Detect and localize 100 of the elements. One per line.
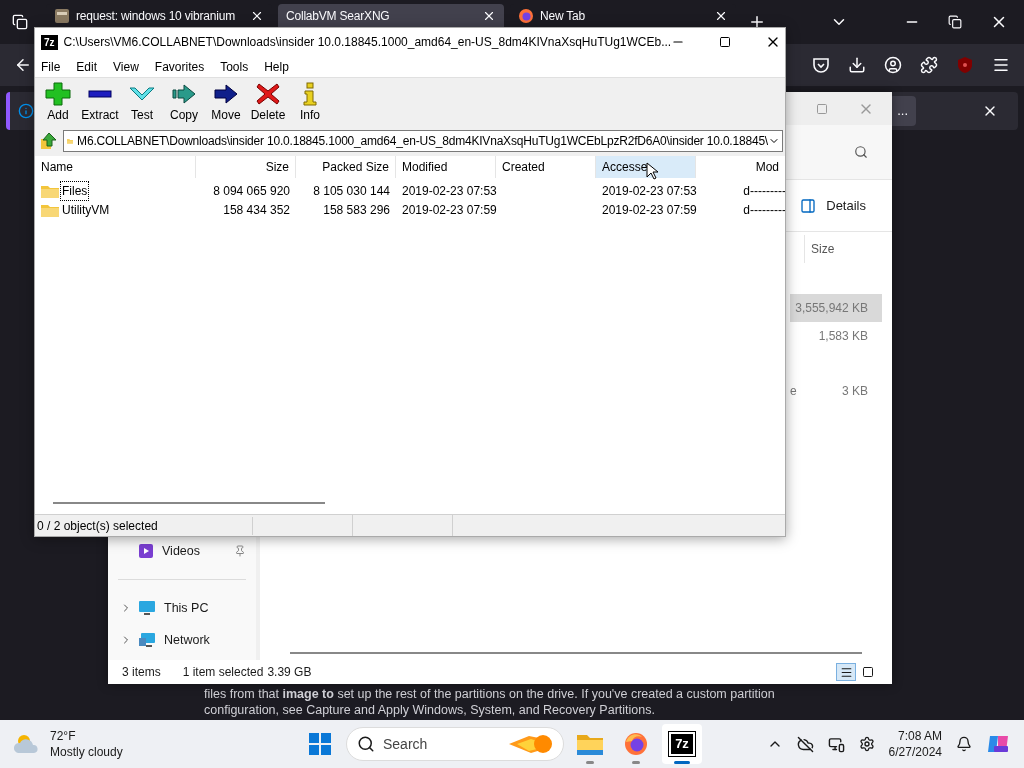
- table-cell-text: d---------: [743, 201, 785, 219]
- gear-icon[interactable]: [858, 736, 875, 752]
- toolbar-button[interactable]: Info: [291, 82, 329, 124]
- bell-icon[interactable]: [956, 736, 972, 752]
- nav-item[interactable]: Videos: [108, 539, 256, 563]
- browser-tab[interactable]: CollabVM SearXNG: [278, 4, 504, 27]
- display-icon[interactable]: [827, 735, 845, 753]
- clock-time: 7:08 AM: [897, 728, 942, 744]
- scrollbar-thumb[interactable]: [290, 652, 862, 654]
- list-view-icon: [839, 665, 853, 679]
- delete-icon: [255, 82, 281, 106]
- column-header[interactable]: Size: [804, 235, 884, 263]
- folder-icon: [577, 733, 603, 755]
- address-text: M6.COLLABNET\Downloads\insider 10.0.18845.1000_amd64_en-US_8dm4KIVnaXsqHuTUg1WCEbLpzR2fD6A0\insider 10.0.18845\: [77, 133, 768, 150]
- weather-condition: Mostly cloudy: [50, 744, 123, 760]
- menu-item[interactable]: Help: [264, 57, 289, 76]
- search-placeholder: Search: [383, 734, 429, 754]
- tab-title: CollabVM SearXNG: [286, 7, 391, 25]
- view-mode-button[interactable]: [836, 663, 856, 681]
- file-row[interactable]: e 3 KB: [790, 377, 882, 405]
- taskbar-app[interactable]: 7z: [662, 724, 702, 764]
- nav-label: Videos: [162, 542, 200, 560]
- maximize-icon[interactable]: [719, 36, 732, 48]
- folder-up-icon[interactable]: [39, 131, 59, 151]
- column-header[interactable]: Packed Size: [296, 156, 396, 178]
- app-logo: 7z: [41, 34, 58, 50]
- column-header[interactable]: Modified: [396, 156, 496, 178]
- windows-logo-icon: [309, 733, 331, 755]
- nav-item[interactable]: Network: [108, 628, 256, 652]
- page-favicon-icon: [54, 7, 70, 24]
- menu-icon[interactable]: [992, 56, 1010, 74]
- table-cell-text: 2019-02-23 07:59: [402, 201, 497, 219]
- search-icon: [357, 735, 375, 753]
- menu-item[interactable]: File: [41, 57, 61, 76]
- selection-info: 1 item selected: [182, 664, 264, 681]
- back-icon[interactable]: [14, 56, 32, 74]
- plus-icon: [45, 82, 71, 106]
- monitor-icon: [138, 600, 156, 616]
- firefox-icon: [624, 732, 648, 756]
- file-row[interactable]: 1,583 KB: [790, 322, 882, 350]
- address-field[interactable]: M6.COLLABNET\Downloads\insider 10.0.18845.1000_amd64_en-US_8dm4KIVnaXsqHuTUg1WCEbLpzR2fD6A0\insider 10.0.18845\: [63, 130, 783, 152]
- clock[interactable]: 7:08 AM 6/27/2024: [888, 728, 942, 760]
- toolbar-button[interactable]: Test: [123, 82, 161, 124]
- column-header[interactable]: Accesse: [596, 156, 696, 178]
- temperature-text: 72°F: [50, 728, 77, 744]
- toolbar-button[interactable]: Add: [39, 82, 77, 124]
- tab-title: New Tab: [540, 7, 587, 25]
- table-cell[interactable]: UtilityVM: [61, 200, 111, 219]
- table-cell-text: 8 094 065 920: [213, 182, 290, 200]
- window-title: C:\Users\VM6.COLLABNET\Downloads\insider 10.0.18845.1000_amd64_en-US_8dm4KIVnaXsqHuTUg1WCEb...: [63, 34, 672, 51]
- account-icon[interactable]: [884, 56, 902, 74]
- table-cell-text: 2019-02-23 07:53: [402, 182, 497, 200]
- file-size: 3,555,942 KB: [795, 300, 868, 317]
- scrollbar-thumb[interactable]: [53, 502, 325, 504]
- restore-icon[interactable]: [948, 15, 962, 29]
- menu-item[interactable]: Favorites: [154, 57, 205, 76]
- table-cell-text: 8 105 030 144: [313, 182, 390, 200]
- file-name: e: [790, 383, 797, 400]
- search-icon[interactable]: [854, 145, 868, 159]
- folder-icon: [41, 202, 59, 217]
- toolbar-button[interactable]: Copy: [165, 82, 203, 124]
- column-header[interactable]: Mod: [696, 156, 785, 178]
- nav-item[interactable]: This PC: [108, 596, 256, 620]
- column-header[interactable]: Name: [35, 156, 196, 178]
- extensions-icon[interactable]: [920, 56, 938, 74]
- selection-size: 3.39 GB: [267, 664, 312, 681]
- column-header[interactable]: Size: [196, 156, 296, 178]
- weather-widget[interactable]: 72°F Mostly cloudy: [14, 728, 123, 760]
- status-text: 0 / 2 object(s) selected: [35, 516, 253, 535]
- arrow-icon: [171, 82, 197, 106]
- tab-title: request: windows 10 vibranium: [76, 7, 236, 25]
- mouse-cursor-icon: [646, 162, 659, 180]
- table-cell-text: 2019-02-23 07:53: [602, 182, 697, 200]
- cloud-off-icon[interactable]: [796, 735, 814, 753]
- details-button[interactable]: Details: [800, 195, 866, 216]
- download-icon[interactable]: [848, 56, 866, 74]
- item-count: 3 items: [122, 664, 161, 681]
- nav-label: This PC: [164, 599, 209, 617]
- nav-label: Network: [164, 631, 210, 649]
- article-text: configuration, see Capture and Apply Windows, System, and Recovery Partitions.: [204, 702, 656, 718]
- details-pane-icon: [800, 197, 817, 214]
- shield-icon[interactable]: [956, 56, 974, 74]
- toolbar-button[interactable]: Move: [207, 82, 245, 124]
- info-icon: [18, 103, 34, 119]
- file-size: 1,583 KB: [818, 328, 868, 345]
- menu-item[interactable]: View: [113, 57, 139, 76]
- toolbar-button[interactable]: Delete: [249, 82, 287, 124]
- file-size: 3 KB: [842, 383, 868, 400]
- folder-icon: [41, 183, 59, 198]
- toolbar-button[interactable]: Extract: [81, 82, 119, 124]
- pocket-icon[interactable]: [812, 56, 830, 74]
- table-cell[interactable]: Files: [61, 181, 89, 200]
- video-icon: [138, 543, 154, 559]
- menu-item[interactable]: Tools: [220, 57, 249, 76]
- table-cell-text: 158 434 352: [223, 201, 290, 219]
- search-field[interactable]: Search: [346, 727, 564, 761]
- network-icon: [138, 632, 156, 648]
- menu-item[interactable]: Edit: [76, 57, 98, 76]
- article-text: files from that image to set up the rest of the partitions on the drive. If you've created a custom partition: [204, 686, 776, 702]
- clock-date: 6/27/2024: [888, 744, 942, 760]
